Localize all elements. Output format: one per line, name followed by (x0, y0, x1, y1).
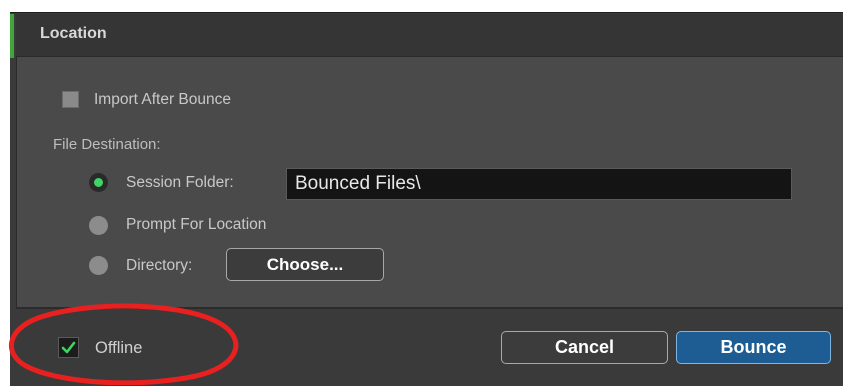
directory-label: Directory: (126, 257, 193, 274)
cancel-button[interactable]: Cancel (501, 331, 668, 364)
file-destination-label: File Destination: (53, 136, 161, 153)
import-after-bounce-label: Import After Bounce (94, 91, 231, 108)
location-panel-header (16, 14, 843, 57)
session-folder-label: Session Folder: (126, 174, 234, 191)
choose-button[interactable]: Choose... (226, 248, 384, 281)
panel-title: Location (40, 25, 107, 42)
import-after-bounce-checkbox[interactable] (62, 91, 79, 108)
bounce-button[interactable]: Bounce (676, 331, 831, 364)
prompt-for-location-radio[interactable] (89, 216, 108, 235)
directory-radio[interactable] (89, 256, 108, 275)
screenshot-frame: Location Import After Bounce File Destin… (0, 0, 843, 386)
offline-label: Offline (95, 339, 143, 357)
session-folder-input[interactable] (286, 168, 792, 200)
footer-divider (16, 307, 843, 309)
prompt-for-location-label: Prompt For Location (126, 216, 267, 233)
track-color-edge (10, 14, 14, 58)
session-folder-radio[interactable] (89, 173, 108, 192)
checkmark-icon (61, 341, 76, 354)
offline-checkbox[interactable] (58, 337, 79, 358)
